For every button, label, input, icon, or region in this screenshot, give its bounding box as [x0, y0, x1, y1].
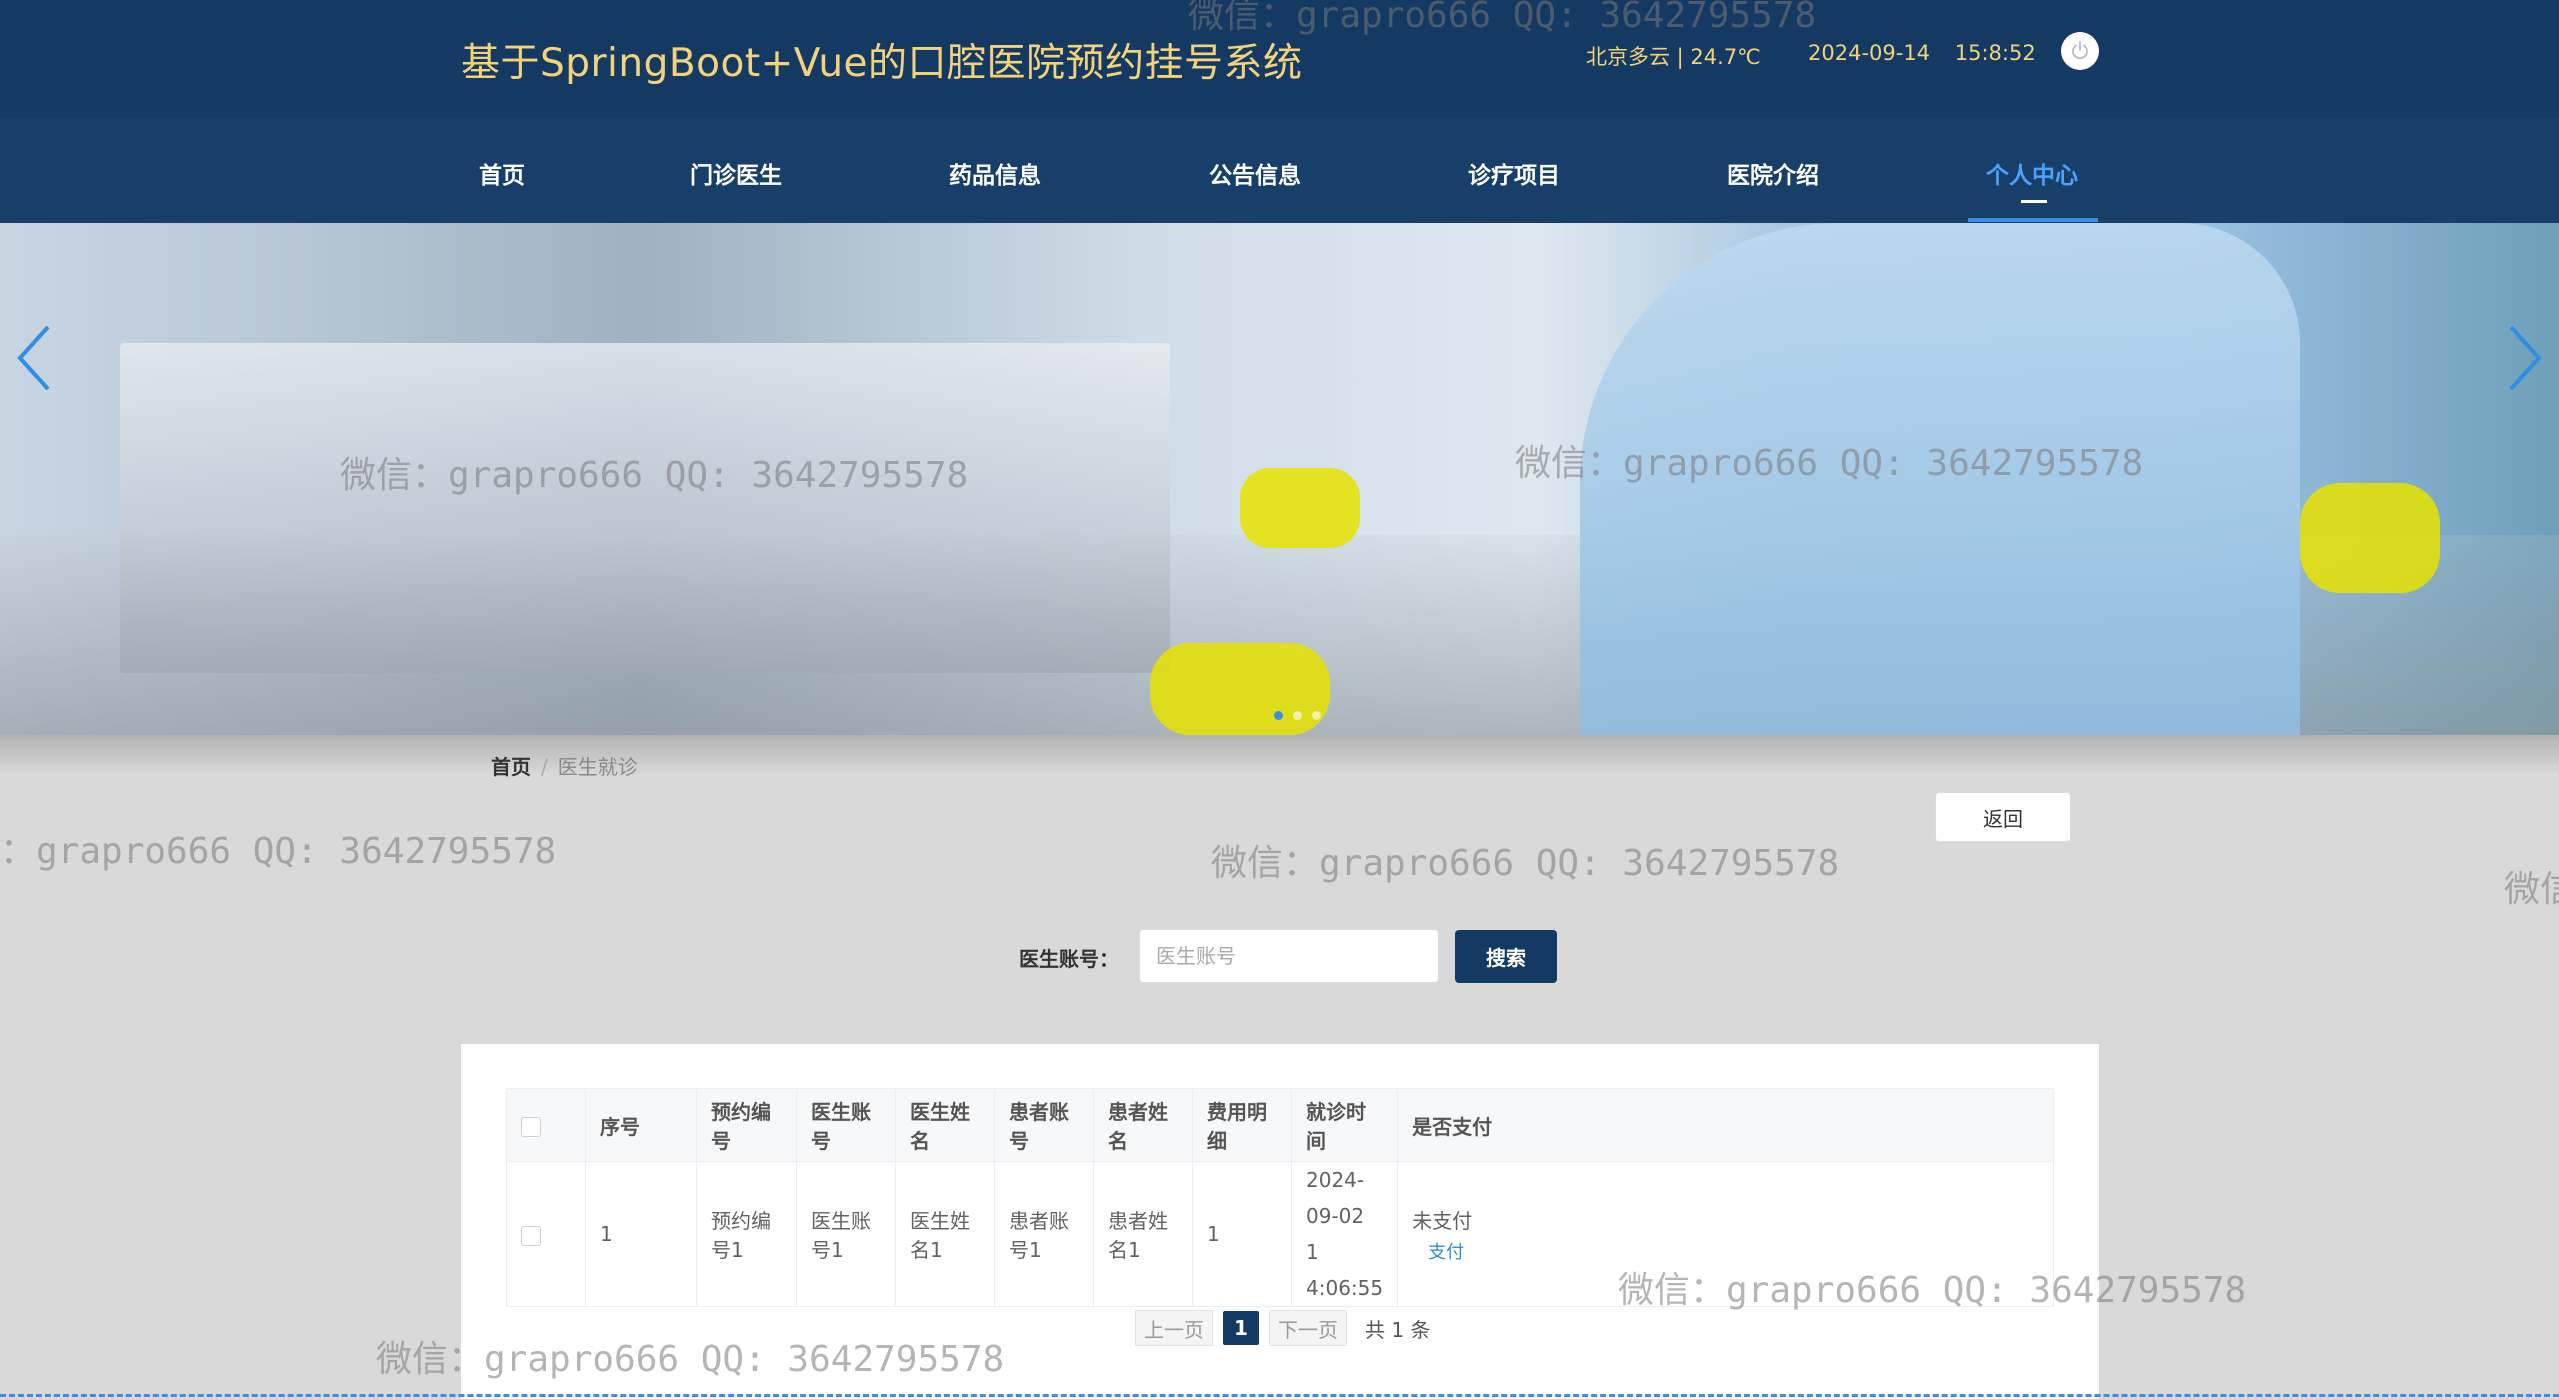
- weather-info: 北京多云 | 24.7℃: [1586, 45, 1761, 69]
- back-button[interactable]: 返回: [1935, 792, 2071, 842]
- row-select-cell: [506, 1161, 586, 1307]
- prev-page-button[interactable]: 上一页: [1135, 1310, 1213, 1346]
- cell-paid-status: 未支付 支付: [1397, 1161, 2054, 1307]
- column-header[interactable]: 医生账号: [796, 1088, 896, 1162]
- visit-time-line2: 4:06:55: [1306, 1276, 1384, 1300]
- column-header[interactable]: 就诊时间: [1290, 1088, 1399, 1162]
- carousel-prev-button[interactable]: [14, 323, 54, 397]
- pay-link[interactable]: 支付: [1412, 1238, 2039, 1264]
- pagination: 上一页 1 下一页 共 1 条: [1135, 1310, 1430, 1346]
- chevron-left-icon: [17, 325, 50, 391]
- site-title: 基于SpringBoot+Vue的口腔医院预约挂号系统: [461, 41, 1303, 86]
- cell-doctor-name: 医生姓名1: [895, 1161, 995, 1307]
- column-header[interactable]: 患者姓名: [1093, 1088, 1193, 1162]
- cell-fee: 1: [1192, 1161, 1292, 1307]
- column-header[interactable]: 序号: [585, 1088, 697, 1162]
- current-date: 2024-09-14: [1808, 41, 1931, 65]
- nav-active-marker: [2021, 200, 2047, 203]
- nav-item-hospital-intro[interactable]: 医院介绍: [1727, 156, 1819, 190]
- row-checkbox[interactable]: [521, 1225, 541, 1246]
- pagination-total: 共 1 条: [1365, 1317, 1431, 1342]
- carousel-next-button[interactable]: [2505, 323, 2545, 397]
- page-number-current[interactable]: 1: [1223, 1311, 1259, 1345]
- search-label: 医生账号：: [1019, 947, 1119, 971]
- nav-item-home[interactable]: 首页: [479, 156, 525, 190]
- current-time: 15:8:52: [1954, 41, 2036, 65]
- column-header[interactable]: 预约编号: [696, 1088, 797, 1162]
- carousel-dot[interactable]: [1274, 711, 1283, 720]
- logout-button[interactable]: [2061, 32, 2099, 70]
- watermark-text: 微信：grapro666 QQ: 3642795578: [2504, 869, 2559, 910]
- chevron-right-icon: [2509, 325, 2542, 391]
- cell-patient-name: 患者姓名1: [1093, 1161, 1193, 1307]
- results-panel: 序号 预约编号 医生账号 医生姓名 患者账号 患者姓名 费用明细 就诊时间 是否…: [461, 1044, 2099, 1399]
- banner-carousel: [0, 223, 2559, 735]
- carousel-indicators: [1274, 711, 1321, 720]
- table-row: 1 预约编号1 医生账号1 医生姓名1 患者账号1 患者姓名1 1 2024-0…: [506, 1161, 2054, 1307]
- column-header[interactable]: 费用明细: [1192, 1088, 1292, 1162]
- banner-person: [1580, 223, 2300, 735]
- select-all-cell: [506, 1088, 586, 1162]
- power-icon: [2072, 41, 2088, 60]
- next-page-button[interactable]: 下一页: [1269, 1310, 1347, 1346]
- banner-yellow-bag: [2300, 483, 2440, 593]
- watermark-text: 微信：grapro666 QQ: 3642795578: [0, 831, 557, 872]
- column-header[interactable]: 患者账号: [994, 1088, 1094, 1162]
- banner-shadow: [0, 735, 2559, 775]
- column-header[interactable]: 是否支付: [1397, 1088, 2054, 1162]
- breadcrumb: 首页 / 医生就诊: [491, 751, 638, 780]
- paid-status-text: 未支付: [1412, 1208, 1473, 1233]
- breadcrumb-current: 医生就诊: [557, 755, 638, 779]
- visits-table: 序号 预约编号 医生账号 医生姓名 患者账号 患者姓名 费用明细 就诊时间 是否…: [506, 1088, 2054, 1307]
- search-button[interactable]: 搜索: [1455, 930, 1557, 983]
- table-header-row: 序号 预约编号 医生账号 医生姓名 患者账号 患者姓名 费用明细 就诊时间 是否…: [506, 1088, 2054, 1162]
- banner-yellow-bag: [1150, 643, 1330, 735]
- current-datetime: 2024-09-14 15:8:52: [1808, 41, 2054, 65]
- banner-yellow-bag: [1240, 468, 1360, 548]
- nav-item-treatments[interactable]: 诊疗项目: [1468, 156, 1560, 190]
- select-all-checkbox[interactable]: [521, 1116, 541, 1137]
- doctor-account-search-input[interactable]: [1139, 929, 1439, 983]
- cell-doctor-account: 医生账号1: [796, 1161, 896, 1307]
- nav-active-bar: [1968, 218, 2098, 222]
- cell-booking-no: 预约编号1: [696, 1161, 797, 1307]
- breadcrumb-separator: /: [541, 755, 548, 779]
- visit-time-line1: 2024-09-02 1: [1306, 1168, 1365, 1264]
- bottom-divider: [0, 1394, 2559, 1397]
- nav-item-doctors[interactable]: 门诊医生: [690, 156, 782, 190]
- cell-index: 1: [585, 1161, 697, 1307]
- cell-visit-time: 2024-09-02 1 4:06:55: [1290, 1161, 1399, 1307]
- breadcrumb-home[interactable]: 首页: [491, 755, 531, 779]
- carousel-dot[interactable]: [1312, 711, 1321, 720]
- top-header: 基于SpringBoot+Vue的口腔医院预约挂号系统 北京多云 | 24.7℃…: [0, 0, 2559, 118]
- nav-item-notices[interactable]: 公告信息: [1209, 156, 1301, 190]
- main-nav: 首页 门诊医生 药品信息 公告信息 诊疗项目 医院介绍 个人中心: [0, 118, 2559, 223]
- carousel-dot[interactable]: [1293, 711, 1302, 720]
- nav-item-personal-center[interactable]: 个人中心: [1986, 156, 2078, 190]
- watermark-text: 微信：grapro666 QQ: 3642795578: [1211, 843, 1840, 884]
- column-header[interactable]: 医生姓名: [895, 1088, 995, 1162]
- nav-item-drugs[interactable]: 药品信息: [949, 156, 1041, 190]
- cell-patient-account: 患者账号1: [994, 1161, 1094, 1307]
